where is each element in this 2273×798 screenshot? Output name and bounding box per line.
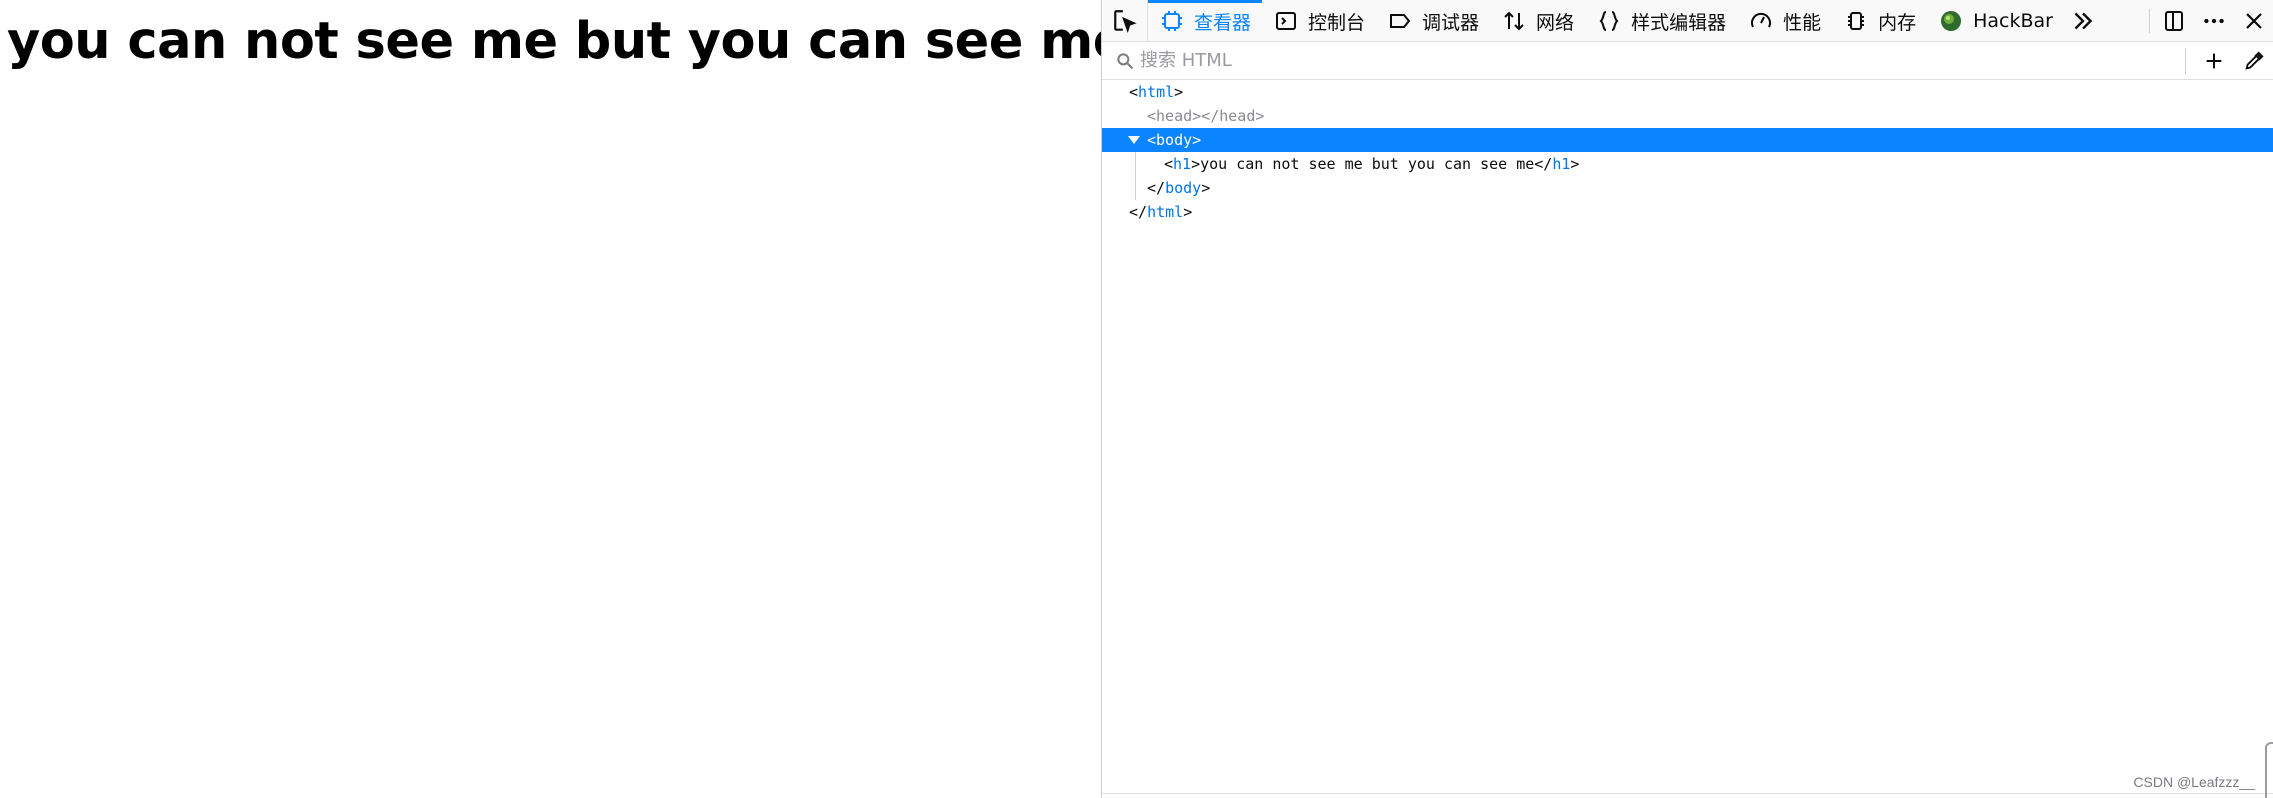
tab-memory-label: 内存 (1878, 11, 1917, 34)
more-icon (2204, 18, 2224, 24)
eyedropper-button[interactable] (2234, 42, 2273, 80)
search-bar-actions (2185, 42, 2273, 80)
watermark: CSDN @Leafzzz__ (2133, 774, 2255, 790)
tab-inspector-label: 查看器 (1194, 11, 1252, 34)
panel-bottom-border (1102, 793, 2273, 794)
network-icon (1501, 8, 1527, 34)
more-tabs-button[interactable] (2064, 0, 2102, 42)
element-picker-button[interactable] (1102, 0, 1148, 41)
close-icon (2246, 13, 2262, 29)
plus-icon (2206, 53, 2222, 69)
tab-performance-label: 性能 (1783, 11, 1822, 34)
dock-toggle-button[interactable] (2154, 0, 2194, 42)
tag-name: html (1147, 203, 1184, 221)
expand-twisty-icon[interactable] (1128, 136, 1140, 144)
search-html-input[interactable] (1140, 50, 2140, 71)
tag-name: body (1165, 179, 1202, 197)
tab-style-editor[interactable]: 样式编辑器 (1585, 0, 1737, 42)
hackbar-icon (1938, 8, 1964, 34)
tag-name: h1 (1173, 155, 1192, 173)
tag-name: html (1138, 83, 1175, 101)
close-devtools-button[interactable] (2234, 0, 2273, 42)
tab-network-label: 网络 (1536, 11, 1575, 34)
indent-guide (1135, 176, 1136, 200)
devtools-toolbar: 查看器 控制台 调试器 网络 样式编辑器 性能 内存 HackBar (1102, 0, 2273, 42)
dock-icon (2165, 11, 2183, 31)
tab-style-editor-label: 样式编辑器 (1631, 11, 1727, 34)
style-editor-icon (1596, 8, 1622, 34)
memory-icon (1843, 8, 1869, 34)
toolbar-right-controls (2145, 0, 2273, 42)
chevron-double-right-icon (2074, 12, 2093, 30)
tree-node-body-close[interactable]: </body> (1102, 176, 2273, 200)
indent-guide (1135, 152, 1136, 176)
tab-performance[interactable]: 性能 (1737, 0, 1832, 42)
add-node-button[interactable] (2194, 42, 2234, 80)
markup-tree: <html> <head></head> <body> <h1>you can … (1102, 80, 2273, 224)
tag-name: head (1219, 107, 1256, 125)
tree-node-head[interactable]: <head></head> (1102, 104, 2273, 128)
tab-inspector[interactable]: 查看器 (1148, 0, 1263, 42)
tree-node-html-open[interactable]: <html> (1102, 80, 2273, 104)
tag-name: body (1156, 131, 1193, 149)
page-heading: you can not see me but you can see me (7, 12, 1127, 71)
search-divider (2185, 48, 2186, 74)
tab-console-label: 控制台 (1308, 11, 1366, 34)
tab-hackbar-label: HackBar (1973, 10, 2053, 32)
tab-memory[interactable]: 内存 (1832, 0, 1927, 42)
page-viewport: you can not see me but you can see me (0, 0, 1127, 798)
performance-icon (1748, 8, 1774, 34)
search-icon (1110, 51, 1140, 71)
toolbar-divider (2149, 9, 2150, 33)
devtools-panel: 查看器 控制台 调试器 网络 样式编辑器 性能 内存 HackBar 搜索 HT… (1101, 0, 2273, 798)
h1-text-content: you can not see me but you can see me (1200, 155, 1535, 173)
tag-name: head (1156, 107, 1193, 125)
html-search-bar (1102, 42, 2273, 80)
sidebar-resize-handle[interactable] (2265, 742, 2273, 798)
tab-network[interactable]: 网络 (1490, 0, 1585, 42)
tab-debugger-label: 调试器 (1422, 11, 1480, 34)
tag-name: h1 (1552, 155, 1571, 173)
debugger-icon (1387, 8, 1413, 34)
tree-node-html-close[interactable]: </html> (1102, 200, 2273, 224)
tree-node-body-selected[interactable]: <body> (1102, 128, 2273, 152)
tab-hackbar[interactable]: HackBar (1927, 0, 2064, 42)
overflow-menu-button[interactable] (2194, 0, 2234, 42)
console-icon (1273, 8, 1299, 34)
inspector-icon (1159, 8, 1185, 34)
tab-debugger[interactable]: 调试器 (1376, 0, 1490, 42)
eyedropper-icon (2245, 51, 2264, 70)
tab-console[interactable]: 控制台 (1262, 0, 1376, 42)
tree-node-h1[interactable]: <h1>you can not see me but you can see m… (1102, 152, 2273, 176)
element-picker-icon (1113, 9, 1137, 33)
